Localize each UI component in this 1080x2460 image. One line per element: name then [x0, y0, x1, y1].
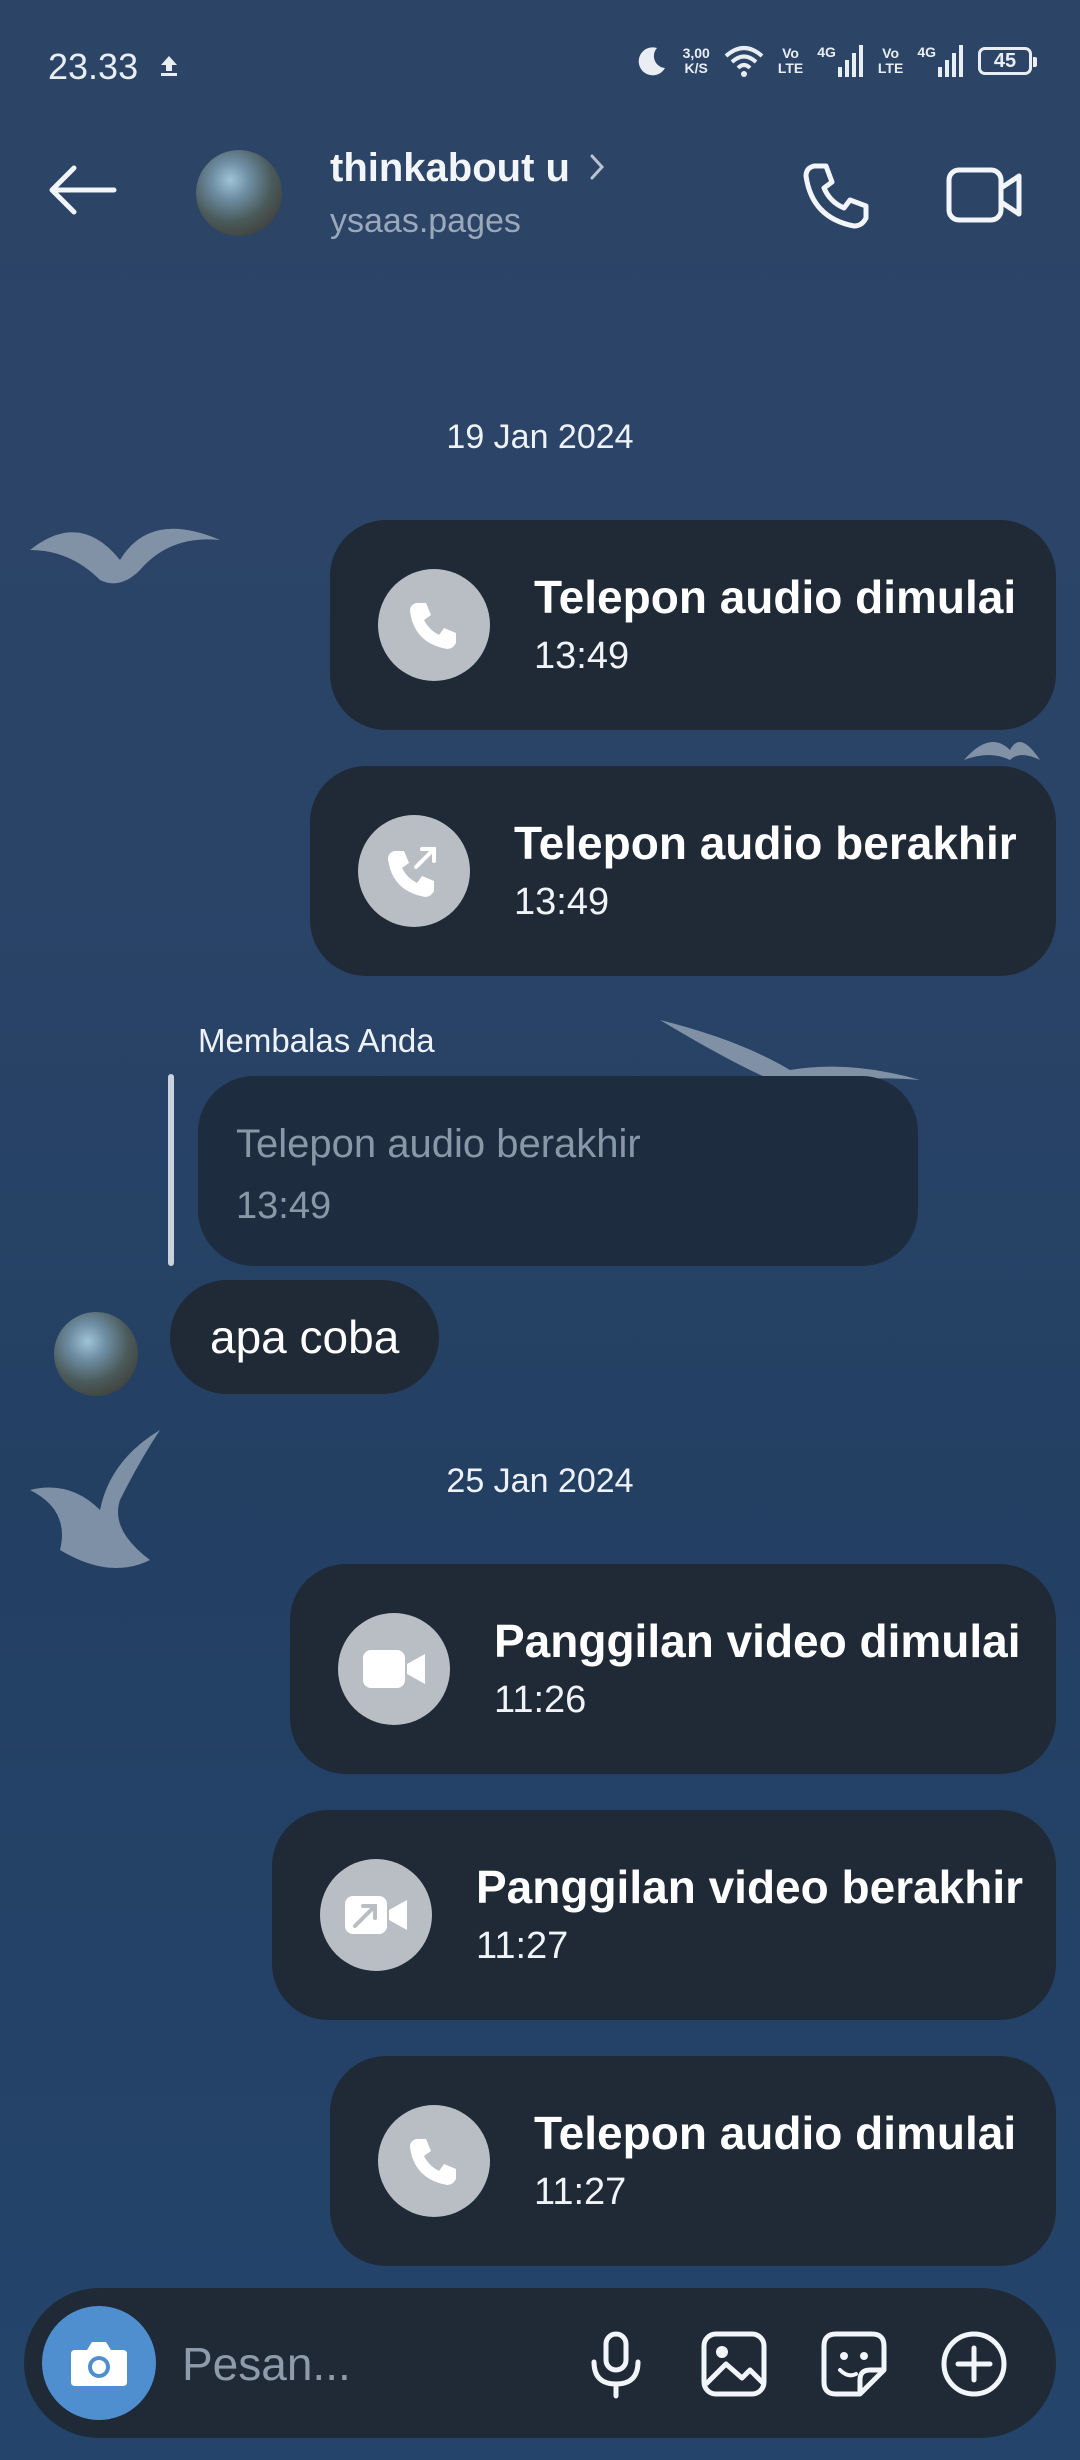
- call-time: 11:27: [534, 2171, 627, 2213]
- camera-icon: [71, 2342, 127, 2386]
- call-icon-circle: [338, 1613, 450, 1725]
- net-speed: 3,00 K/S: [683, 46, 710, 76]
- upload-icon: [161, 56, 177, 76]
- call-icon-circle: [358, 815, 470, 927]
- signal-1-label: 4G: [817, 44, 836, 60]
- contact-name[interactable]: thinkabout u: [330, 146, 570, 191]
- sticker-icon[interactable]: [818, 2328, 890, 2400]
- signal-2-label: 4G: [917, 44, 936, 60]
- video-outgoing-icon: [345, 1896, 407, 1934]
- message-bubble[interactable]: apa coba: [170, 1280, 440, 1394]
- call-text: Panggilan video dimulai 11:26: [494, 1613, 1021, 1725]
- call-time: 11:26: [494, 1679, 587, 1721]
- volte-1-bottom: LTE: [777, 60, 804, 76]
- call-text: Telepon audio berakhir 13:49: [514, 815, 1017, 927]
- microphone-icon[interactable]: [580, 2328, 652, 2400]
- signal-icon: [938, 45, 963, 77]
- call-title: Telepon audio dimulai: [534, 2107, 1017, 2159]
- call-bubble[interactable]: Telepon audio dimulai 11:27: [330, 2056, 1056, 2266]
- call-bubble[interactable]: Panggilan video dimulai 11:26: [290, 1564, 1056, 1774]
- avatar[interactable]: [54, 1312, 138, 1396]
- seagull-decoration: [30, 1430, 160, 1568]
- phone-icon: [410, 603, 456, 649]
- net-speed-value: 3,00: [682, 45, 710, 61]
- volte-2-bottom: LTE: [877, 60, 904, 76]
- avatar[interactable]: [196, 150, 282, 236]
- volte-2: Vo LTE: [878, 46, 903, 76]
- battery-level: 45: [993, 49, 1017, 72]
- call-text: Telepon audio dimulai 11:27: [534, 2105, 1016, 2217]
- plus-circle-icon[interactable]: [938, 2328, 1010, 2400]
- date-separator: 25 Jan 2024: [446, 1462, 634, 1500]
- battery-icon: 45: [978, 47, 1037, 75]
- call-bubble[interactable]: Panggilan video berakhir 11:27: [272, 1810, 1056, 2020]
- call-title: Panggilan video berakhir: [476, 1861, 1024, 1913]
- chevron-right-icon[interactable]: [586, 152, 608, 182]
- volte-2-top: Vo: [882, 45, 900, 61]
- call-text: Panggilan video berakhir 11:27: [476, 1859, 1023, 1971]
- net-speed-unit: K/S: [684, 60, 708, 76]
- status-time: 23.33: [48, 46, 139, 87]
- video-camera-icon[interactable]: [944, 158, 1024, 232]
- date-separator: 19 Jan 2024: [446, 418, 634, 456]
- phone-icon: [410, 2139, 456, 2185]
- contact-username: ysaas.pages: [330, 202, 521, 240]
- signal-icon: [837, 45, 863, 77]
- back-arrow-icon[interactable]: [44, 160, 120, 220]
- call-bubble[interactable]: Telepon audio dimulai 13:49: [330, 520, 1056, 730]
- moon-icon: [638, 47, 665, 76]
- call-icon-circle: [378, 2105, 490, 2217]
- message-input[interactable]: [180, 2330, 544, 2398]
- gallery-icon[interactable]: [698, 2328, 770, 2400]
- call-title: Telepon audio dimulai: [534, 571, 1017, 623]
- call-time: 13:49: [534, 635, 630, 677]
- volte-1: Vo LTE: [778, 46, 803, 76]
- phone-icon[interactable]: [800, 158, 874, 232]
- reply-indicator-bar: [168, 1074, 174, 1266]
- wifi-icon: [724, 46, 764, 77]
- video-icon: [363, 1650, 425, 1688]
- camera-button[interactable]: [42, 2306, 156, 2420]
- reply-quote-title: Telepon audio berakhir: [236, 1122, 641, 1166]
- call-icon-circle: [320, 1859, 432, 1971]
- call-time: 11:27: [476, 1925, 569, 1967]
- seagull-decoration: [30, 528, 220, 584]
- status-icons: 3,00 K/S Vo LTE 4G Vo LTE 4G 45: [635, 44, 1037, 78]
- call-time: 13:49: [514, 881, 610, 923]
- reply-label: Membalas Anda: [198, 1022, 435, 1059]
- signal-1: 4G: [817, 45, 864, 77]
- reply-quote-time: 13:49: [236, 1185, 332, 1227]
- call-bubble[interactable]: Telepon audio berakhir 13:49: [310, 766, 1056, 976]
- reply-quote[interactable]: Telepon audio berakhir 13:49: [198, 1076, 918, 1266]
- call-title: Panggilan video dimulai: [494, 1615, 1021, 1667]
- volte-1-top: Vo: [782, 45, 799, 61]
- call-title: Telepon audio berakhir: [514, 817, 1017, 869]
- phone-outgoing-icon: [388, 847, 436, 897]
- signal-2: 4G: [917, 45, 964, 77]
- call-icon-circle: [378, 569, 490, 681]
- call-text: Telepon audio dimulai 13:49: [534, 569, 1016, 681]
